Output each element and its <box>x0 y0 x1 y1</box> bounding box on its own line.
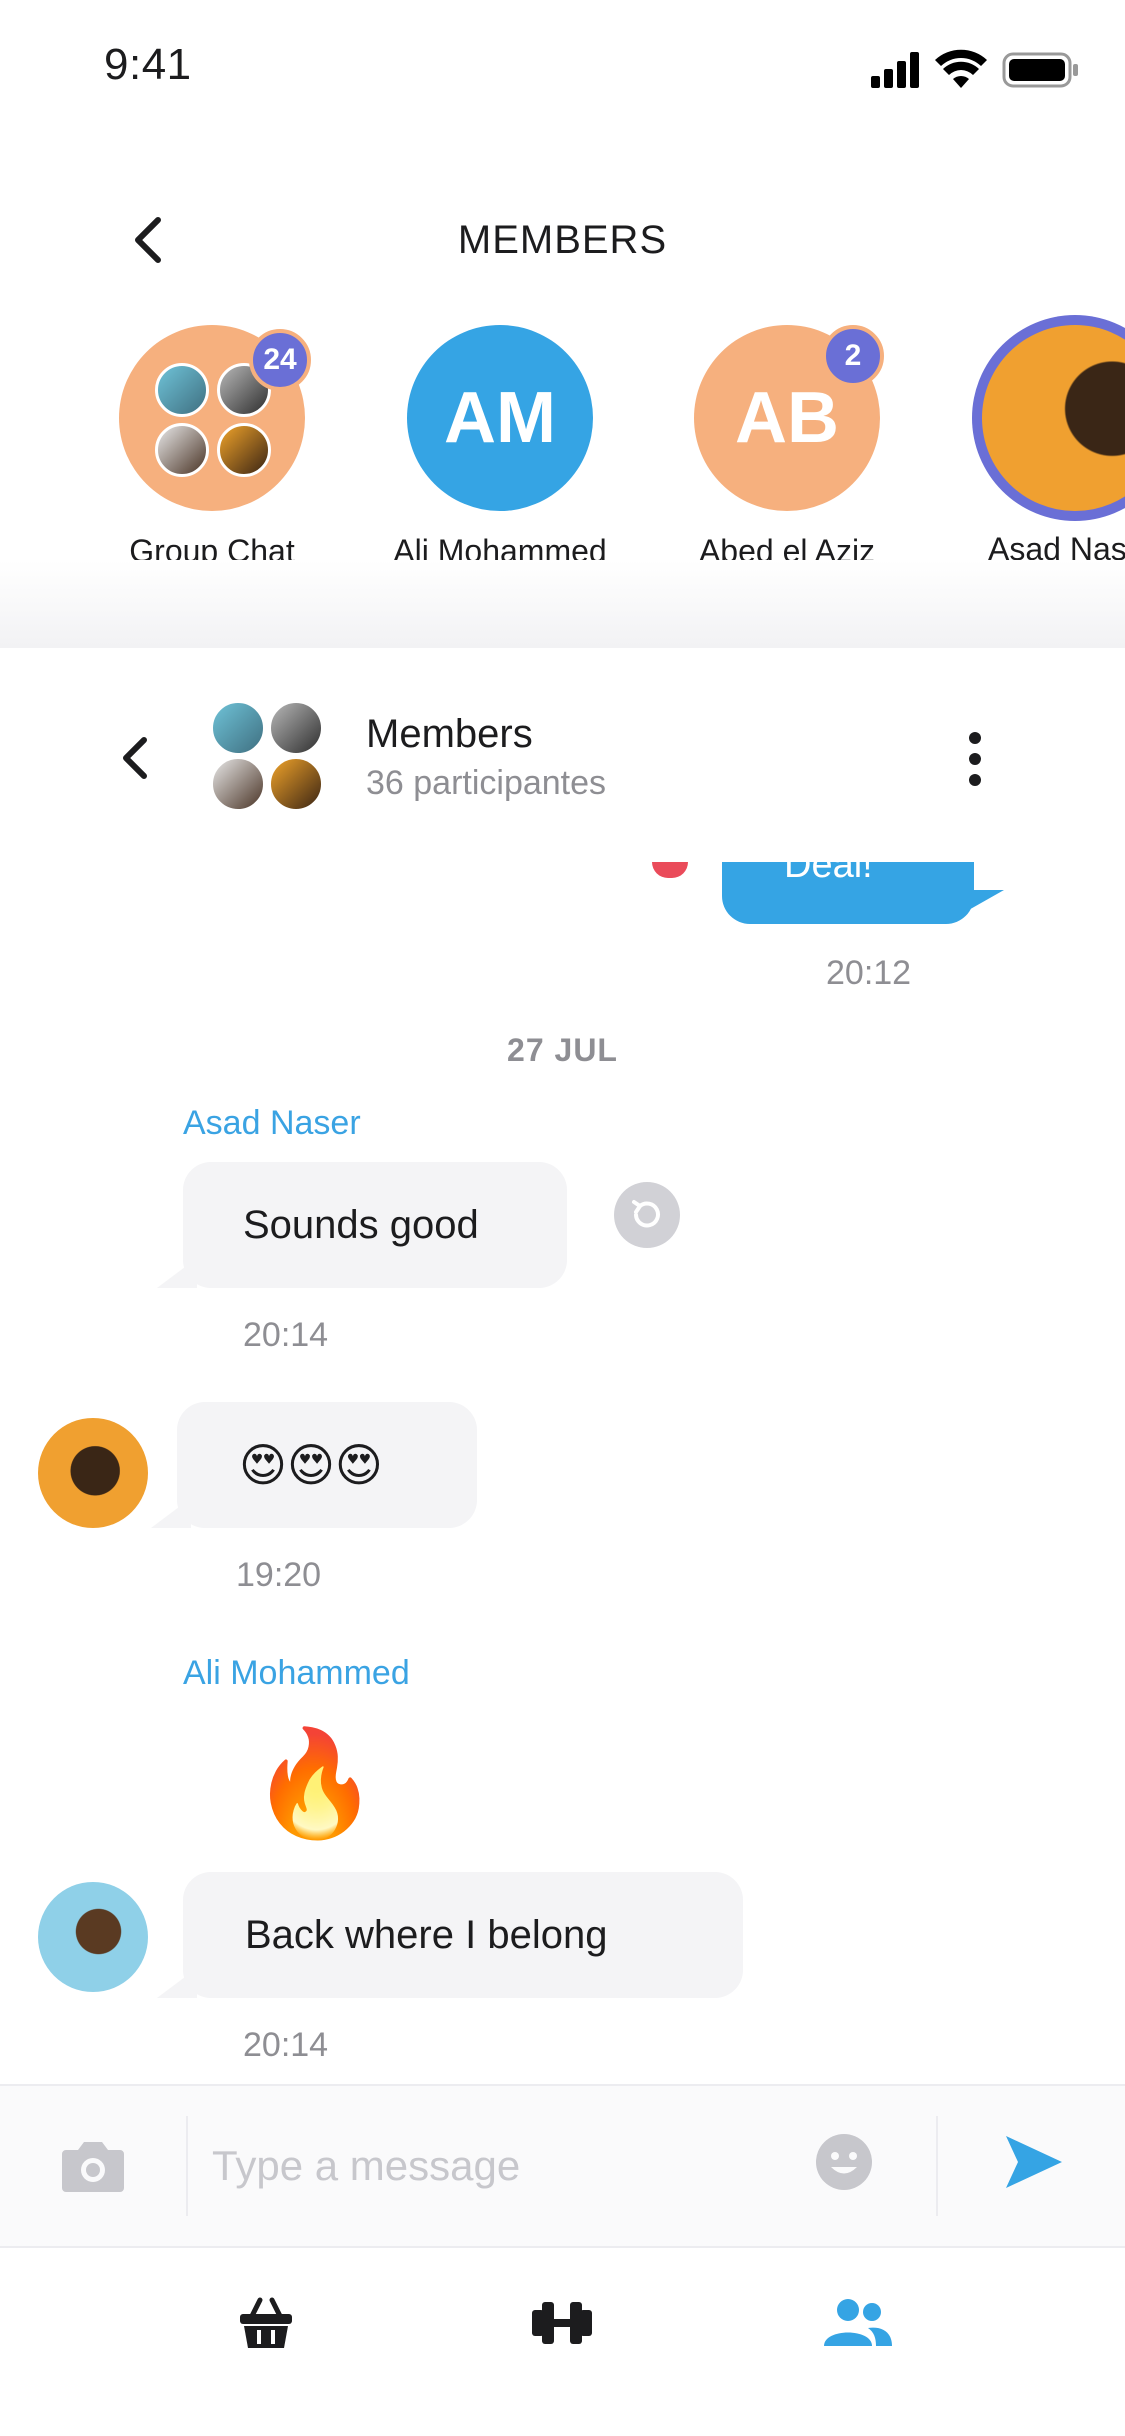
retry-icon[interactable] <box>614 1182 680 1248</box>
dumbbell-icon[interactable] <box>532 2300 592 2346</box>
basket-icon[interactable] <box>238 2296 294 2350</box>
group-avatar <box>210 700 326 812</box>
unread-badge: 2 <box>822 325 884 387</box>
member-asad-naser[interactable]: Asad Naser <box>972 315 1125 575</box>
send-icon[interactable] <box>1004 2134 1064 2190</box>
page-title: MEMBERS <box>457 218 668 262</box>
back-button[interactable] <box>112 730 160 786</box>
message-bubble: Sounds good <box>157 1162 567 1288</box>
signal-icon <box>871 52 919 88</box>
message-text: 😍😍😍 <box>239 1438 383 1492</box>
avatar: AB 2 <box>694 325 884 511</box>
message-time: 19:20 <box>236 1556 322 1594</box>
wifi-icon <box>935 49 987 88</box>
bubble-tail <box>944 890 1004 924</box>
avatar-initials: AM <box>444 378 556 458</box>
message-input[interactable] <box>210 2110 774 2222</box>
error-icon <box>652 862 688 878</box>
message-time: 20:12 <box>826 954 912 992</box>
emoji-icon[interactable] <box>814 2132 874 2192</box>
section-divider <box>0 560 1125 648</box>
avatar: AM <box>407 325 593 511</box>
divider <box>186 2116 188 2216</box>
avatar <box>268 756 324 812</box>
avatar <box>972 315 1125 521</box>
outgoing-bubble: Deal! <box>722 862 974 924</box>
avatar <box>268 700 324 756</box>
sender-name: Ali Mohammed <box>183 1654 410 1692</box>
camera-icon[interactable] <box>60 2136 126 2194</box>
avatar <box>210 700 266 756</box>
sender-name: Asad Naser <box>183 1104 361 1142</box>
avatar[interactable] <box>38 1418 148 1528</box>
divider <box>936 2116 938 2216</box>
more-options-icon[interactable] <box>960 728 990 790</box>
message-bubble: 😍😍😍 <box>151 1402 477 1528</box>
status-time: 9:41 <box>104 40 192 89</box>
message-list[interactable]: Deal! 20:12 27 JUL Asad Naser Sounds goo… <box>0 862 1125 2084</box>
unread-badge: 24 <box>249 329 311 391</box>
avatar <box>155 423 209 477</box>
battery-icon <box>1002 52 1078 88</box>
date-divider: 27 JUL <box>507 1032 618 1068</box>
member-ali-mohammed[interactable]: AM Ali Mohammed <box>350 325 650 570</box>
message-time: 20:14 <box>243 1316 329 1354</box>
message-text: Sounds good <box>243 1202 479 1247</box>
avatar[interactable] <box>38 1882 148 1992</box>
avatar-initials: AB <box>735 378 839 458</box>
message-time: 20:14 <box>243 2026 329 2064</box>
member-abed-el-aziz[interactable]: AB 2 Abed el Aziz <box>637 325 937 570</box>
participant-count: 36 participantes <box>366 764 607 802</box>
message-text: Deal! <box>784 862 873 886</box>
group-avatar: 24 <box>119 325 311 511</box>
avatar <box>155 363 209 417</box>
people-icon[interactable] <box>822 2298 894 2348</box>
status-icons <box>871 49 1078 88</box>
chat-title: Members <box>366 712 533 756</box>
member-group-chat[interactable]: 24 Group Chat <box>62 325 362 570</box>
avatar <box>217 423 271 477</box>
message-bubble: Back where I belong <box>157 1872 743 1998</box>
fire-emoji: 🔥 <box>250 1722 380 1844</box>
avatar <box>210 756 266 812</box>
message-text: Back where I belong <box>245 1912 608 1957</box>
